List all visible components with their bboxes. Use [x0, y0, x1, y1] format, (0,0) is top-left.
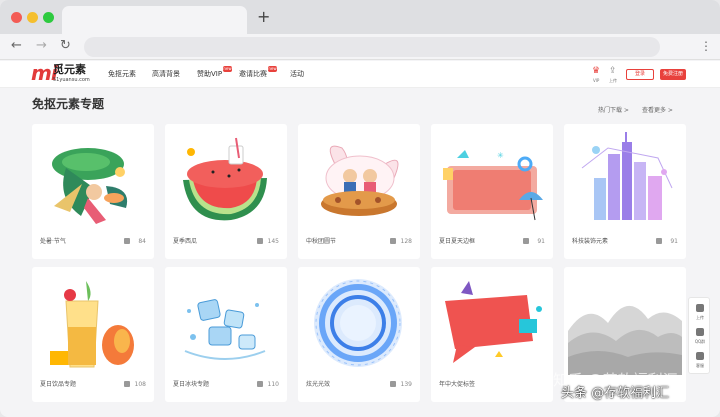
login-button[interactable]: 登录: [626, 69, 654, 80]
topic-card[interactable]: 科技装饰元素 91: [564, 124, 686, 259]
register-button[interactable]: 免费注册: [660, 69, 686, 80]
topic-count: 84: [138, 238, 146, 245]
new-tab-button[interactable]: +: [257, 9, 270, 25]
nav-item-vip[interactable]: 赞助VIP: [197, 70, 222, 79]
topic-card[interactable]: 炫光光效 139: [298, 267, 420, 402]
watermark-toutiao: 头条 @存软福利汇: [561, 386, 670, 401]
reload-icon[interactable]: ↻: [60, 38, 71, 54]
side-qq-label: QQ群: [694, 339, 706, 344]
topic-card[interactable]: 夏日饮品专题 108: [32, 267, 154, 402]
topic-count: 139: [400, 381, 412, 388]
chat-icon: [696, 352, 704, 360]
tab-bar: +: [0, 0, 720, 34]
stack-icon: [257, 238, 263, 244]
topic-caption: 夏日冰块专题: [173, 381, 210, 388]
nav-item-contest[interactable]: 邀请比赛: [239, 70, 267, 79]
hot-download-link[interactable]: 热门下载 >: [598, 107, 629, 115]
back-icon[interactable]: ←: [11, 38, 22, 54]
view-more-link[interactable]: 查看更多 >: [642, 107, 673, 115]
topic-count: 128: [400, 238, 412, 245]
nav-item-backgrounds[interactable]: 高清背景: [152, 70, 180, 79]
svg-text:✳: ✳: [497, 151, 504, 160]
topic-count: 91: [537, 238, 545, 245]
topic-image: [169, 271, 283, 375]
upload-icon: [696, 304, 704, 312]
topic-card[interactable]: 中秋团圆节 128: [298, 124, 420, 259]
side-support-button[interactable]: 客服: [689, 348, 711, 372]
side-toolbar: 上传 QQ群 客服: [688, 297, 710, 374]
topic-caption: 年中大促标签: [439, 381, 476, 388]
address-bar-row: ← → ↻ ⋮: [0, 34, 720, 60]
stack-icon: [390, 381, 396, 387]
topic-caption: 中秋团圆节: [306, 238, 337, 245]
topic-image: [568, 128, 682, 232]
topic-caption: 夏日夏天边框: [439, 238, 476, 245]
stack-icon: [124, 238, 130, 244]
topic-count: 145: [267, 238, 279, 245]
topic-card[interactable]: 处暑·节气 84: [32, 124, 154, 259]
topic-image: ✳: [435, 128, 549, 232]
active-tab[interactable]: [62, 6, 247, 34]
topic-card[interactable]: 夏季西瓜 145: [165, 124, 287, 259]
side-upload-button[interactable]: 上传: [689, 300, 711, 324]
topic-image: [302, 128, 416, 232]
topic-image: [36, 128, 150, 232]
topic-caption: 科技装饰元素: [572, 238, 609, 245]
nav-item-cutout[interactable]: 免抠元素: [108, 70, 136, 79]
side-support-label: 客服: [696, 363, 704, 368]
upload-icon[interactable]: ⇪: [609, 66, 617, 76]
topic-image: [568, 271, 682, 375]
side-upload-label: 上传: [696, 315, 704, 320]
upload-label: 上传: [609, 78, 617, 83]
url-input[interactable]: [84, 37, 660, 57]
topic-count: 110: [267, 381, 279, 388]
new-badge: new: [268, 66, 277, 72]
topic-caption: 炫光光效: [306, 381, 331, 388]
topic-card[interactable]: ✳ 夏日夏天边框 91: [431, 124, 553, 259]
topic-caption: 夏季西瓜: [173, 238, 198, 245]
topic-image: [169, 128, 283, 232]
topic-card[interactable]: 年中大促标签: [431, 267, 553, 402]
browser-menu-icon[interactable]: ⋮: [700, 38, 712, 54]
qq-icon: [696, 328, 704, 336]
vip-label: VIP: [593, 78, 600, 83]
new-badge: new: [223, 66, 232, 72]
side-qq-button[interactable]: QQ群: [689, 324, 711, 348]
maximize-window-button[interactable]: [43, 12, 54, 23]
logo-name: 觅元素: [53, 63, 86, 76]
topic-caption: 夏日饮品专题: [40, 381, 77, 388]
topic-image: [36, 271, 150, 375]
topic-count: 108: [134, 381, 146, 388]
forward-icon[interactable]: →: [36, 38, 47, 54]
topic-card[interactable]: 夏日冰块专题 110: [165, 267, 287, 402]
browser-window: + ← → ↻ ⋮ mi 觅元素 51yuansu.com 免抠元素 高清背景 …: [0, 0, 720, 417]
vip-crown-icon[interactable]: ♛: [592, 66, 600, 76]
topic-caption: 处暑·节气: [40, 238, 66, 245]
topic-image: [435, 271, 549, 375]
site-header: mi 觅元素 51yuansu.com 免抠元素 高清背景 赞助VIP new …: [0, 61, 720, 88]
stack-icon: [124, 381, 130, 387]
site-logo[interactable]: mi 觅元素 51yuansu.com: [31, 63, 99, 86]
topic-image: [302, 271, 416, 375]
stack-icon: [257, 381, 263, 387]
close-window-button[interactable]: [11, 12, 22, 23]
topic-count: 91: [670, 238, 678, 245]
nav-item-activity[interactable]: 活动: [290, 70, 304, 79]
minimize-window-button[interactable]: [27, 12, 38, 23]
stack-icon: [523, 238, 529, 244]
stack-icon: [656, 238, 662, 244]
section-title: 免抠元素专题: [32, 97, 105, 111]
stack-icon: [390, 238, 396, 244]
logo-domain: 51yuansu.com: [53, 77, 90, 83]
